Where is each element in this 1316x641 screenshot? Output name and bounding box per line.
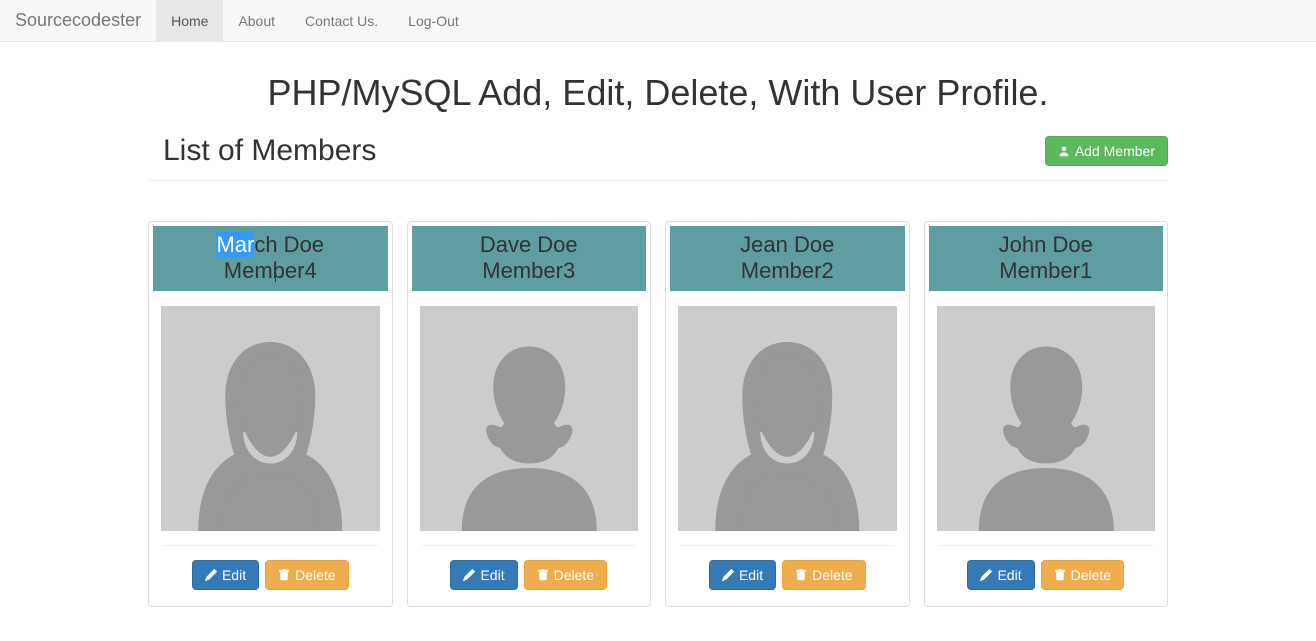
member-card-header: Dave Doe Member3: [412, 226, 647, 291]
member-name: John Doe: [933, 232, 1160, 258]
member-card: Jean Doe Member2 Edit Delete: [665, 221, 910, 607]
card-actions: Edit Delete: [929, 556, 1164, 602]
divider: [680, 545, 895, 546]
members-row: March Doe Member4 Edit Delete: [148, 221, 1168, 607]
user-icon: [1058, 145, 1070, 157]
nav-item-about[interactable]: About: [223, 0, 290, 41]
list-header: List of Members Add Member: [148, 134, 1168, 181]
card-actions: Edit Delete: [412, 556, 647, 602]
top-navbar: Sourcecodester Home About Contact Us. Lo…: [0, 0, 1316, 42]
pencil-icon: [205, 569, 217, 581]
delete-button[interactable]: Delete: [782, 560, 865, 590]
delete-button[interactable]: Delete: [265, 560, 348, 590]
member-card-header: Jean Doe Member2: [670, 226, 905, 291]
edit-button[interactable]: Edit: [967, 560, 1034, 590]
avatar: [420, 306, 639, 531]
member-name: March Doe: [157, 232, 384, 258]
member-role: Member2: [674, 258, 901, 284]
delete-button[interactable]: Delete: [1041, 560, 1124, 590]
avatar: [161, 306, 380, 531]
avatar-wrap: [929, 291, 1164, 531]
nav-list: Home About Contact Us. Log-Out: [156, 0, 474, 41]
member-card-header: March Doe Member4: [153, 226, 388, 291]
divider: [422, 545, 637, 546]
member-name: Dave Doe: [416, 232, 643, 258]
nav-item-home[interactable]: Home: [156, 0, 223, 41]
trash-icon: [1054, 569, 1066, 581]
member-role: Member3: [416, 258, 643, 284]
edit-button[interactable]: Edit: [450, 560, 517, 590]
trash-icon: [278, 569, 290, 581]
nav-item-contact[interactable]: Contact Us.: [290, 0, 393, 41]
member-role: Member1: [933, 258, 1160, 284]
member-card: John Doe Member1 Edit Delete: [924, 221, 1169, 607]
edit-button[interactable]: Edit: [709, 560, 776, 590]
avatar-wrap: [153, 291, 388, 531]
list-heading: List of Members: [163, 134, 376, 168]
divider: [939, 545, 1154, 546]
nav-item-logout[interactable]: Log-Out: [393, 0, 474, 41]
delete-button[interactable]: Delete: [524, 560, 607, 590]
card-actions: Edit Delete: [153, 556, 388, 602]
brand[interactable]: Sourcecodester: [0, 0, 156, 41]
pencil-icon: [722, 569, 734, 581]
member-role: Member4: [157, 258, 384, 284]
divider: [163, 545, 378, 546]
page-title: PHP/MySQL Add, Edit, Delete, With User P…: [148, 72, 1168, 114]
member-card: March Doe Member4 Edit Delete: [148, 221, 393, 607]
member-card: Dave Doe Member3 Edit Delete: [407, 221, 652, 607]
card-actions: Edit Delete: [670, 556, 905, 602]
member-name: Jean Doe: [674, 232, 901, 258]
add-member-button[interactable]: Add Member: [1045, 136, 1168, 166]
trash-icon: [795, 569, 807, 581]
edit-button[interactable]: Edit: [192, 560, 259, 590]
pencil-icon: [463, 569, 475, 581]
avatar-wrap: [412, 291, 647, 531]
avatar: [678, 306, 897, 531]
trash-icon: [537, 569, 549, 581]
avatar-wrap: [670, 291, 905, 531]
pencil-icon: [980, 569, 992, 581]
member-card-header: John Doe Member1: [929, 226, 1164, 291]
add-member-label: Add Member: [1075, 143, 1155, 159]
avatar: [937, 306, 1156, 531]
